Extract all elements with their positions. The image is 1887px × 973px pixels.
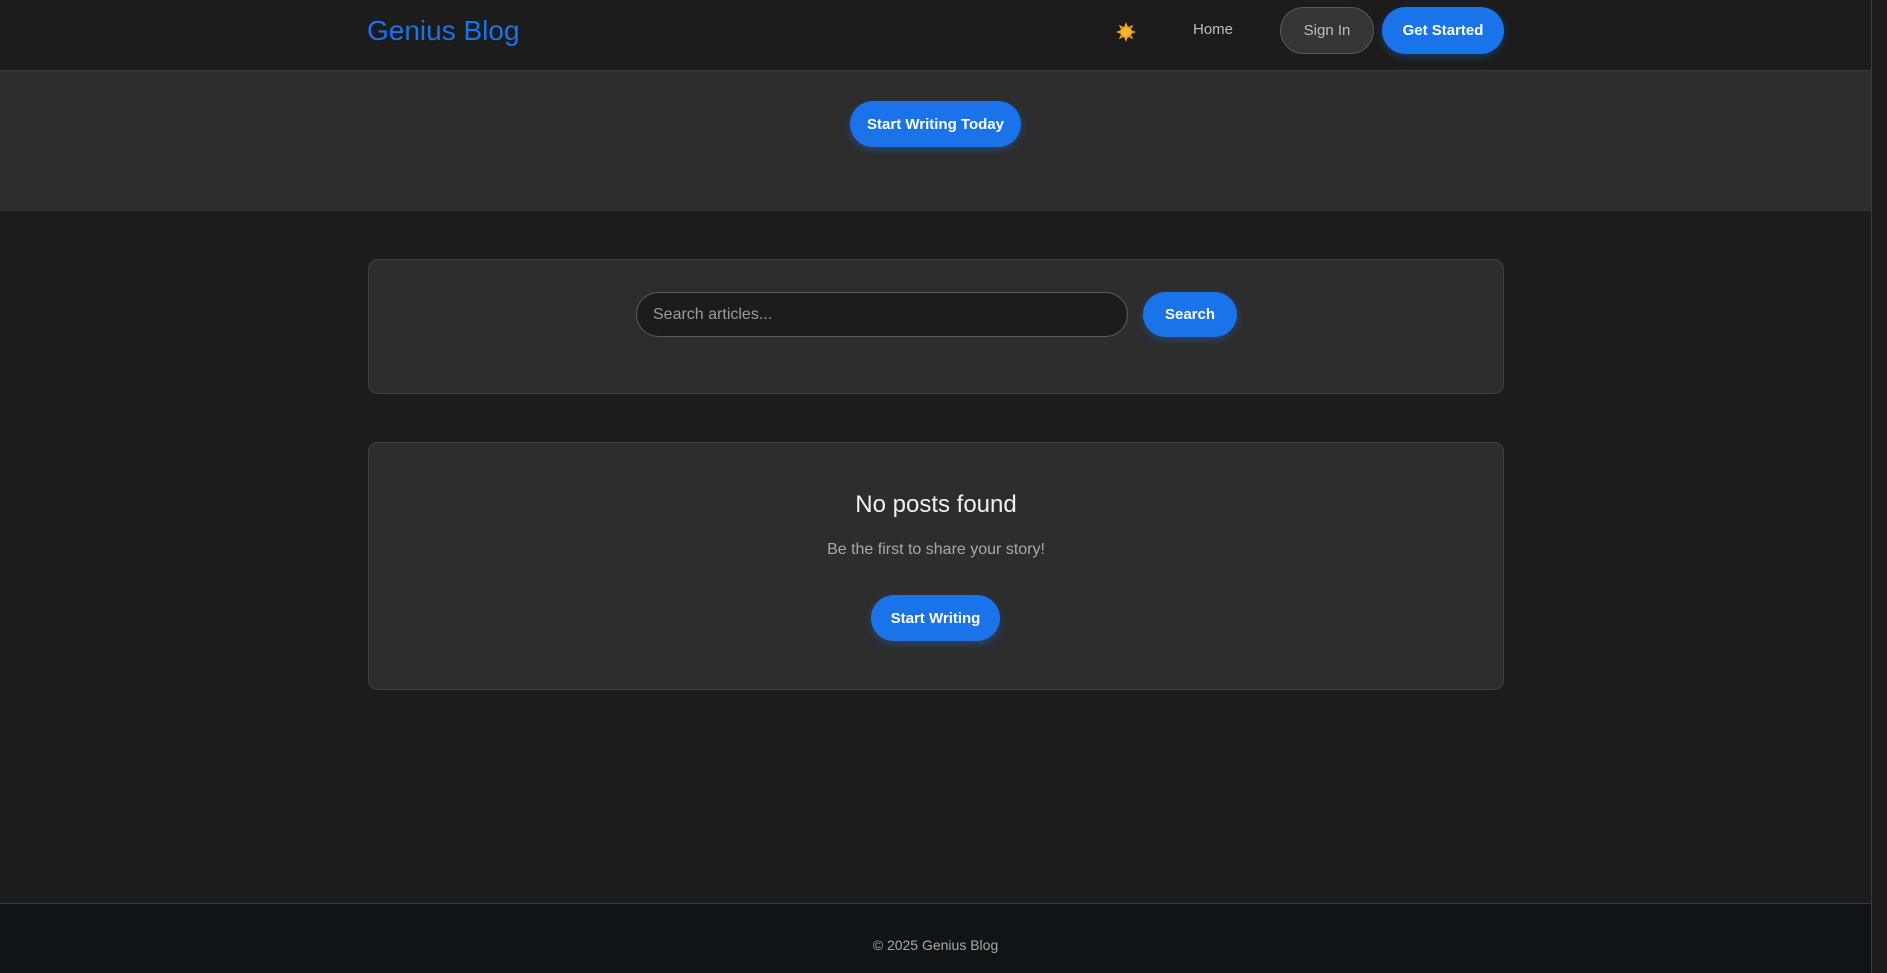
sign-in-button[interactable]: Sign In [1280, 7, 1374, 54]
brand-logo-link[interactable]: Genius Blog [367, 14, 520, 48]
theme-toggle-button[interactable] [1115, 21, 1137, 43]
search-input[interactable] [636, 292, 1128, 337]
search-card: Search [368, 259, 1504, 394]
empty-state-title: No posts found [855, 491, 1017, 518]
start-writing-today-button[interactable]: Start Writing Today [850, 101, 1021, 147]
footer-copyright: © 2025 Genius Blog [872, 937, 999, 953]
start-writing-button[interactable]: Start Writing [871, 595, 1000, 641]
sun-icon [1116, 22, 1136, 42]
get-started-button[interactable]: Get Started [1382, 7, 1504, 54]
search-button[interactable]: Search [1143, 292, 1237, 337]
footer: © 2025 Genius Blog [0, 903, 1887, 973]
page: Genius Blog Home Sign In Get Started Sta… [0, 0, 1887, 973]
hero-section: Start Writing Today [0, 71, 1887, 211]
page-scrollbar[interactable] [1871, 0, 1887, 973]
empty-state-subtitle: Be the first to share your story! [827, 541, 1045, 558]
nav-home-link[interactable]: Home [1178, 18, 1248, 42]
empty-state-card: No posts found Be the first to share you… [368, 442, 1504, 690]
top-navbar: Genius Blog Home Sign In Get Started [0, 0, 1887, 71]
